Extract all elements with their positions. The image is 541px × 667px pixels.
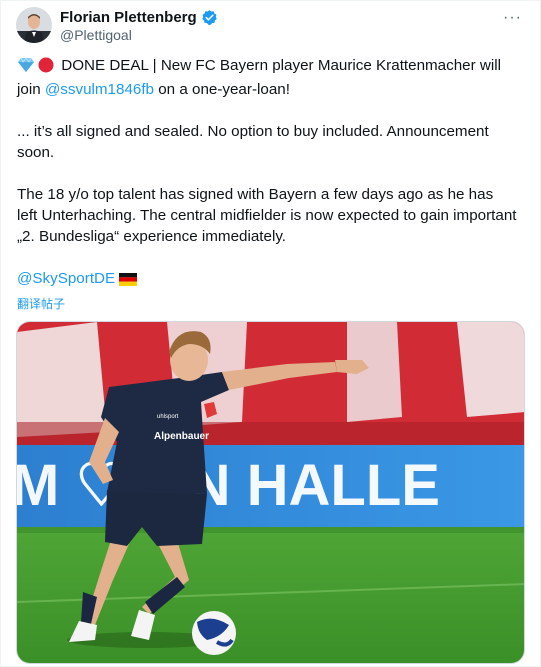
tweet-body: DONE DEAL | New FC Bayern player Maurice… (17, 55, 517, 292)
translate-post-link[interactable]: 翻译帖子 (17, 295, 65, 312)
author-avatar[interactable] (16, 7, 52, 43)
more-options-icon[interactable]: ··· (503, 9, 522, 27)
author-name-row: Florian Plettenberg (60, 9, 218, 26)
tweet-paragraph-3: The 18 y/o top talent has signed with Ba… (17, 186, 517, 245)
red-circle-icon (37, 57, 55, 79)
germany-flag-icon (119, 271, 138, 292)
tweet-media-photo[interactable]: M ♡ ON HALLE Alpenbauer uhlsport (16, 321, 525, 664)
mention-link-skysport[interactable]: @SkySportDE (17, 270, 115, 287)
author-handle[interactable]: @Plettigoal (60, 27, 132, 43)
tweet-card: Florian Plettenberg @Plettigoal ··· DONE… (0, 0, 541, 667)
tweet-text-segment: on a one-year-loan! (154, 81, 290, 98)
author-display-name[interactable]: Florian Plettenberg (60, 9, 197, 26)
verified-badge-icon (201, 9, 218, 26)
gem-icon (17, 57, 35, 79)
tweet-paragraph-1: DONE DEAL | New FC Bayern player Maurice… (17, 55, 517, 100)
tweet-paragraph-2: ... it’s all signed and sealed. No optio… (17, 123, 489, 161)
shirt-brand-text: uhlsport (157, 414, 179, 420)
shirt-sponsor-text: Alpenbauer (154, 431, 209, 442)
tweet-paragraph-4: @SkySportDE (17, 268, 517, 292)
mention-link-ssvulm[interactable]: @ssvulm1846fb (45, 81, 154, 98)
banner-text: M ♡ ON HALLE (17, 453, 440, 518)
